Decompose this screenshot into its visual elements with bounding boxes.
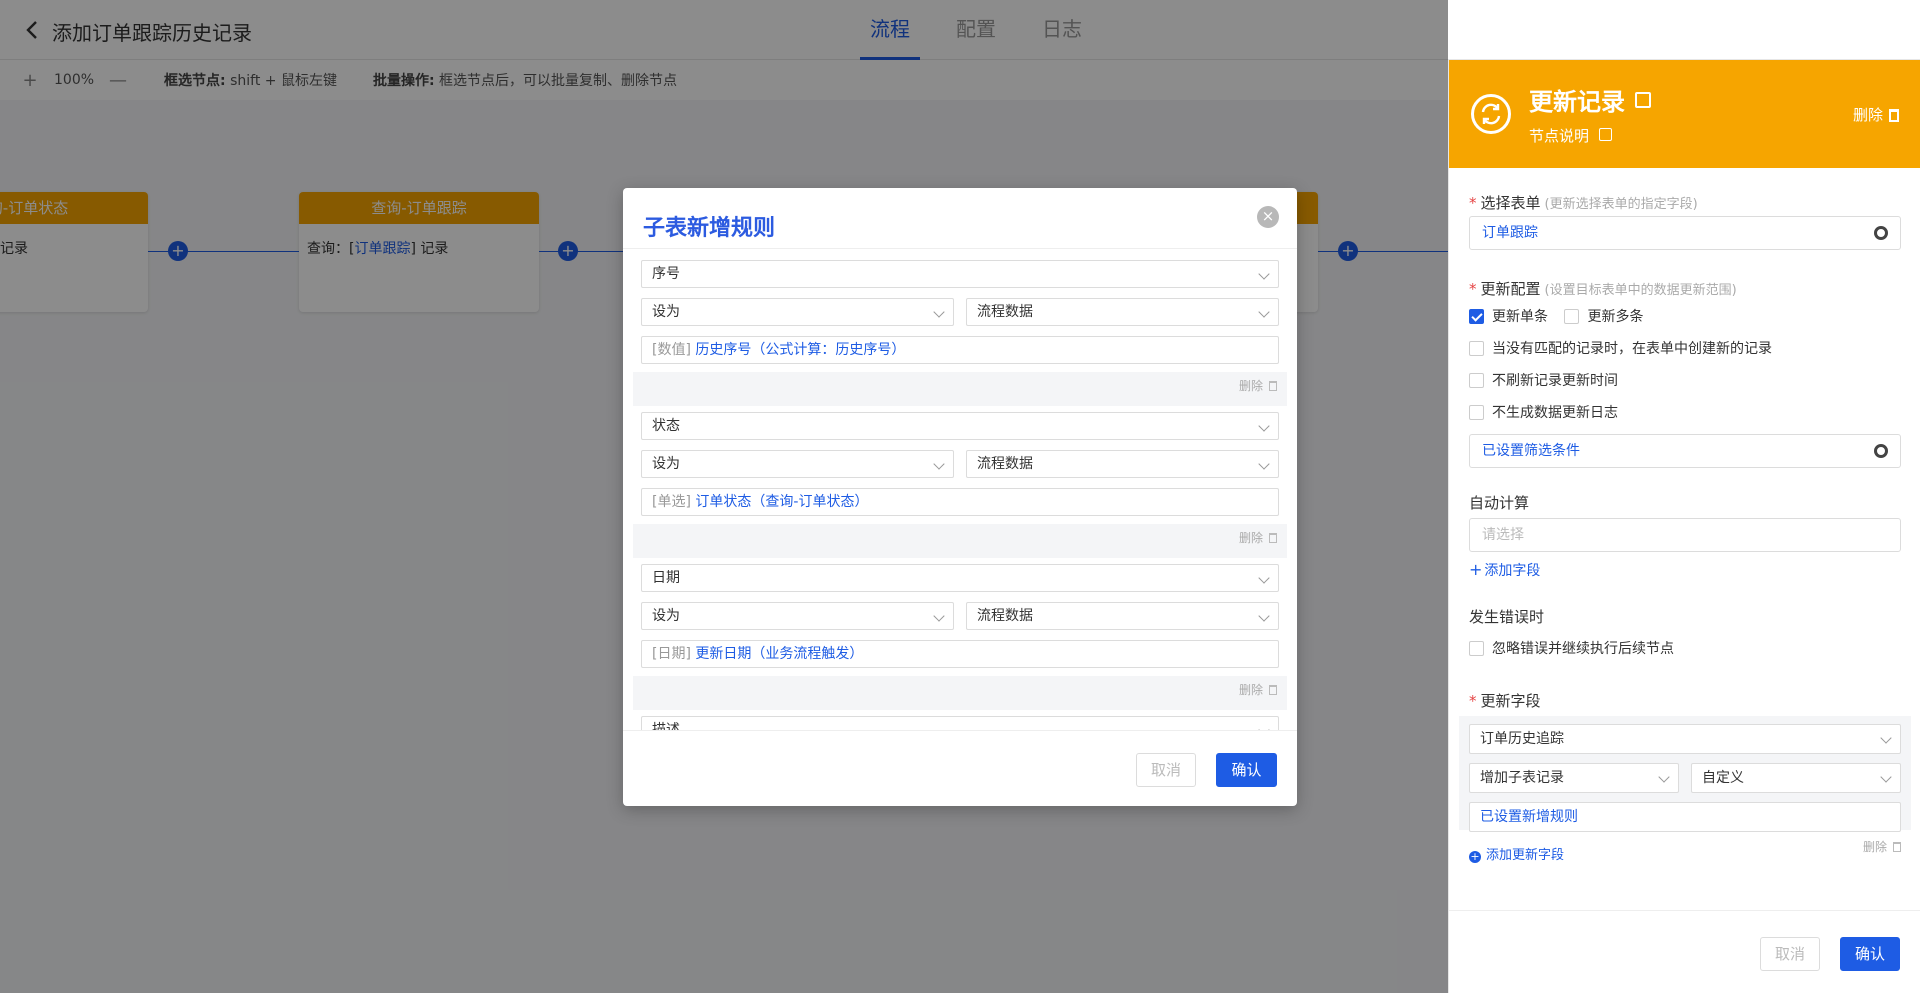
chevron-down-icon: [1258, 268, 1270, 280]
rule-footer: 删除: [633, 676, 1287, 702]
chevron-down-icon: [1658, 771, 1670, 783]
update-fields-label: * 更新字段: [1469, 692, 1541, 710]
chevron-down-icon: [1258, 610, 1270, 622]
dialog-title: 子表新增规则: [643, 216, 776, 241]
no-refresh-time-checkbox[interactable]: 不刷新记录更新时间: [1469, 370, 1618, 390]
no-log-checkbox[interactable]: 不生成数据更新日志: [1469, 402, 1618, 422]
operation-select[interactable]: 设为: [641, 602, 954, 630]
add-update-field-link[interactable]: + 添加更新字段: [1469, 844, 1564, 863]
chevron-down-icon: [1258, 572, 1270, 584]
chevron-down-icon: [1258, 420, 1270, 432]
delete-rule-button[interactable]: 删除: [1239, 379, 1263, 393]
rule-separator: [633, 702, 1287, 710]
checkbox-icon: [1469, 341, 1484, 356]
rule-item-partial: 描述: [633, 710, 1287, 730]
gear-icon[interactable]: [1874, 226, 1888, 240]
add-field-link[interactable]: + 添加字段: [1469, 560, 1540, 580]
panel-confirm-button[interactable]: 确认: [1840, 937, 1900, 971]
chevron-down-icon: [1880, 771, 1892, 783]
rule-item: 日期 设为 流程数据 [日期] 更新日期（业务流程触发） 删除: [633, 558, 1287, 702]
rule-separator: [633, 398, 1287, 406]
update-mode-options: 更新单条 更新多条: [1469, 306, 1643, 326]
rule-separator: [633, 550, 1287, 558]
cancel-button[interactable]: 取消: [1136, 753, 1196, 787]
update-field-select[interactable]: 订单历史追踪: [1469, 724, 1901, 754]
chevron-down-icon: [933, 458, 945, 470]
rule-item: 状态 设为 流程数据 [单选] 订单状态（查询-订单状态） 删除: [633, 406, 1287, 550]
source-select[interactable]: 流程数据: [966, 298, 1279, 326]
update-field-group: 订单历史追踪 增加子表记录 自定义 已设置新增规则 删除: [1459, 716, 1911, 854]
target-field-select[interactable]: 日期: [641, 564, 1279, 592]
select-form-label: * 选择表单 (更新选择表单的指定字段): [1469, 194, 1698, 212]
ignore-error-checkbox[interactable]: 忽略错误并继续执行后续节点: [1469, 638, 1674, 658]
panel-cancel-button[interactable]: 取消: [1760, 937, 1820, 971]
update-action-select[interactable]: 增加子表记录: [1469, 763, 1679, 793]
edit-icon[interactable]: [1599, 128, 1613, 141]
panel-footer: 取消 确认: [1449, 910, 1920, 993]
value-field[interactable]: [数值] 历史序号（公式计算：历史序号）: [641, 336, 1279, 364]
source-select[interactable]: 流程数据: [966, 602, 1279, 630]
close-icon[interactable]: ×: [1257, 206, 1279, 228]
checkbox-icon: [1469, 373, 1484, 388]
on-error-label: 发生错误时: [1469, 608, 1545, 626]
checkbox-icon: [1469, 641, 1484, 656]
value-field[interactable]: [日期] 更新日期（业务流程触发）: [641, 640, 1279, 668]
target-field-select[interactable]: 状态: [641, 412, 1279, 440]
panel-title: 更新记录: [1529, 82, 1651, 117]
edit-icon[interactable]: [1635, 92, 1651, 108]
update-config-label: * 更新配置 (设置目标表单中的数据更新范围): [1469, 280, 1737, 298]
panel-header: 更新记录 节点说明 删除: [1449, 60, 1920, 168]
value-field[interactable]: [单选] 订单状态（查询-订单状态）: [641, 488, 1279, 516]
chevron-down-icon: [933, 610, 945, 622]
rules-list[interactable]: 序号 设为 流程数据 [数值] 历史序号（公式计算：历史序号） 删除 状态 设为…: [623, 248, 1297, 730]
chevron-down-icon: [1880, 732, 1892, 744]
trash-icon[interactable]: [1269, 685, 1277, 695]
refresh-icon: [1471, 94, 1511, 134]
chevron-down-icon: [933, 306, 945, 318]
trash-icon: [1893, 842, 1901, 852]
chevron-down-icon: [1258, 306, 1270, 318]
checkbox-icon: [1564, 309, 1580, 324]
checkbox-icon: [1469, 405, 1484, 420]
checkbox-checked-icon: [1469, 309, 1484, 324]
node-description: 节点说明: [1529, 125, 1613, 146]
trash-icon: [1889, 109, 1899, 122]
trash-icon[interactable]: [1269, 381, 1277, 391]
update-multi-checkbox[interactable]: 更新多条: [1564, 309, 1643, 325]
form-select[interactable]: 订单跟踪: [1469, 216, 1901, 250]
target-field-select[interactable]: 描述: [641, 716, 1279, 730]
rule-footer: 删除: [633, 372, 1287, 398]
rule-footer: 删除: [633, 524, 1287, 550]
chevron-down-icon: [1258, 458, 1270, 470]
source-select[interactable]: 流程数据: [966, 450, 1279, 478]
target-field-select[interactable]: 序号: [641, 260, 1279, 288]
update-single-checkbox[interactable]: 更新单条: [1469, 309, 1548, 325]
confirm-button[interactable]: 确认: [1216, 753, 1277, 787]
auto-calc-label: 自动计算: [1469, 494, 1530, 512]
subtable-add-rule-dialog: 子表新增规则 × 序号 设为 流程数据 [数值] 历史序号（公式计算：历史序号）…: [623, 188, 1297, 806]
gear-icon[interactable]: [1874, 444, 1888, 458]
filter-condition-field[interactable]: 已设置筛选条件: [1469, 434, 1901, 468]
plus-circle-icon: +: [1469, 850, 1481, 863]
trash-icon[interactable]: [1269, 533, 1277, 543]
node-config-panel: 更新记录 节点说明 删除 * 选择表单 (更新选择表单的指定字段) 订单跟踪 * 更新…: [1448, 60, 1920, 993]
delete-node-button[interactable]: 删除: [1853, 104, 1899, 125]
operation-select[interactable]: 设为: [641, 450, 954, 478]
dialog-footer: 取消 确认: [623, 730, 1297, 806]
rule-item: 序号 设为 流程数据 [数值] 历史序号（公式计算：历史序号） 删除: [633, 254, 1287, 398]
update-mode-select[interactable]: 自定义: [1691, 763, 1901, 793]
delete-rule-button[interactable]: 删除: [1239, 531, 1263, 545]
auto-calc-select[interactable]: 请选择: [1469, 518, 1901, 552]
operation-select[interactable]: 设为: [641, 298, 954, 326]
new-rule-field[interactable]: 已设置新增规则: [1469, 802, 1901, 832]
create-when-none-checkbox[interactable]: 当没有匹配的记录时，在表单中创建新的记录: [1469, 338, 1772, 358]
delete-rule-button[interactable]: 删除: [1239, 683, 1263, 697]
